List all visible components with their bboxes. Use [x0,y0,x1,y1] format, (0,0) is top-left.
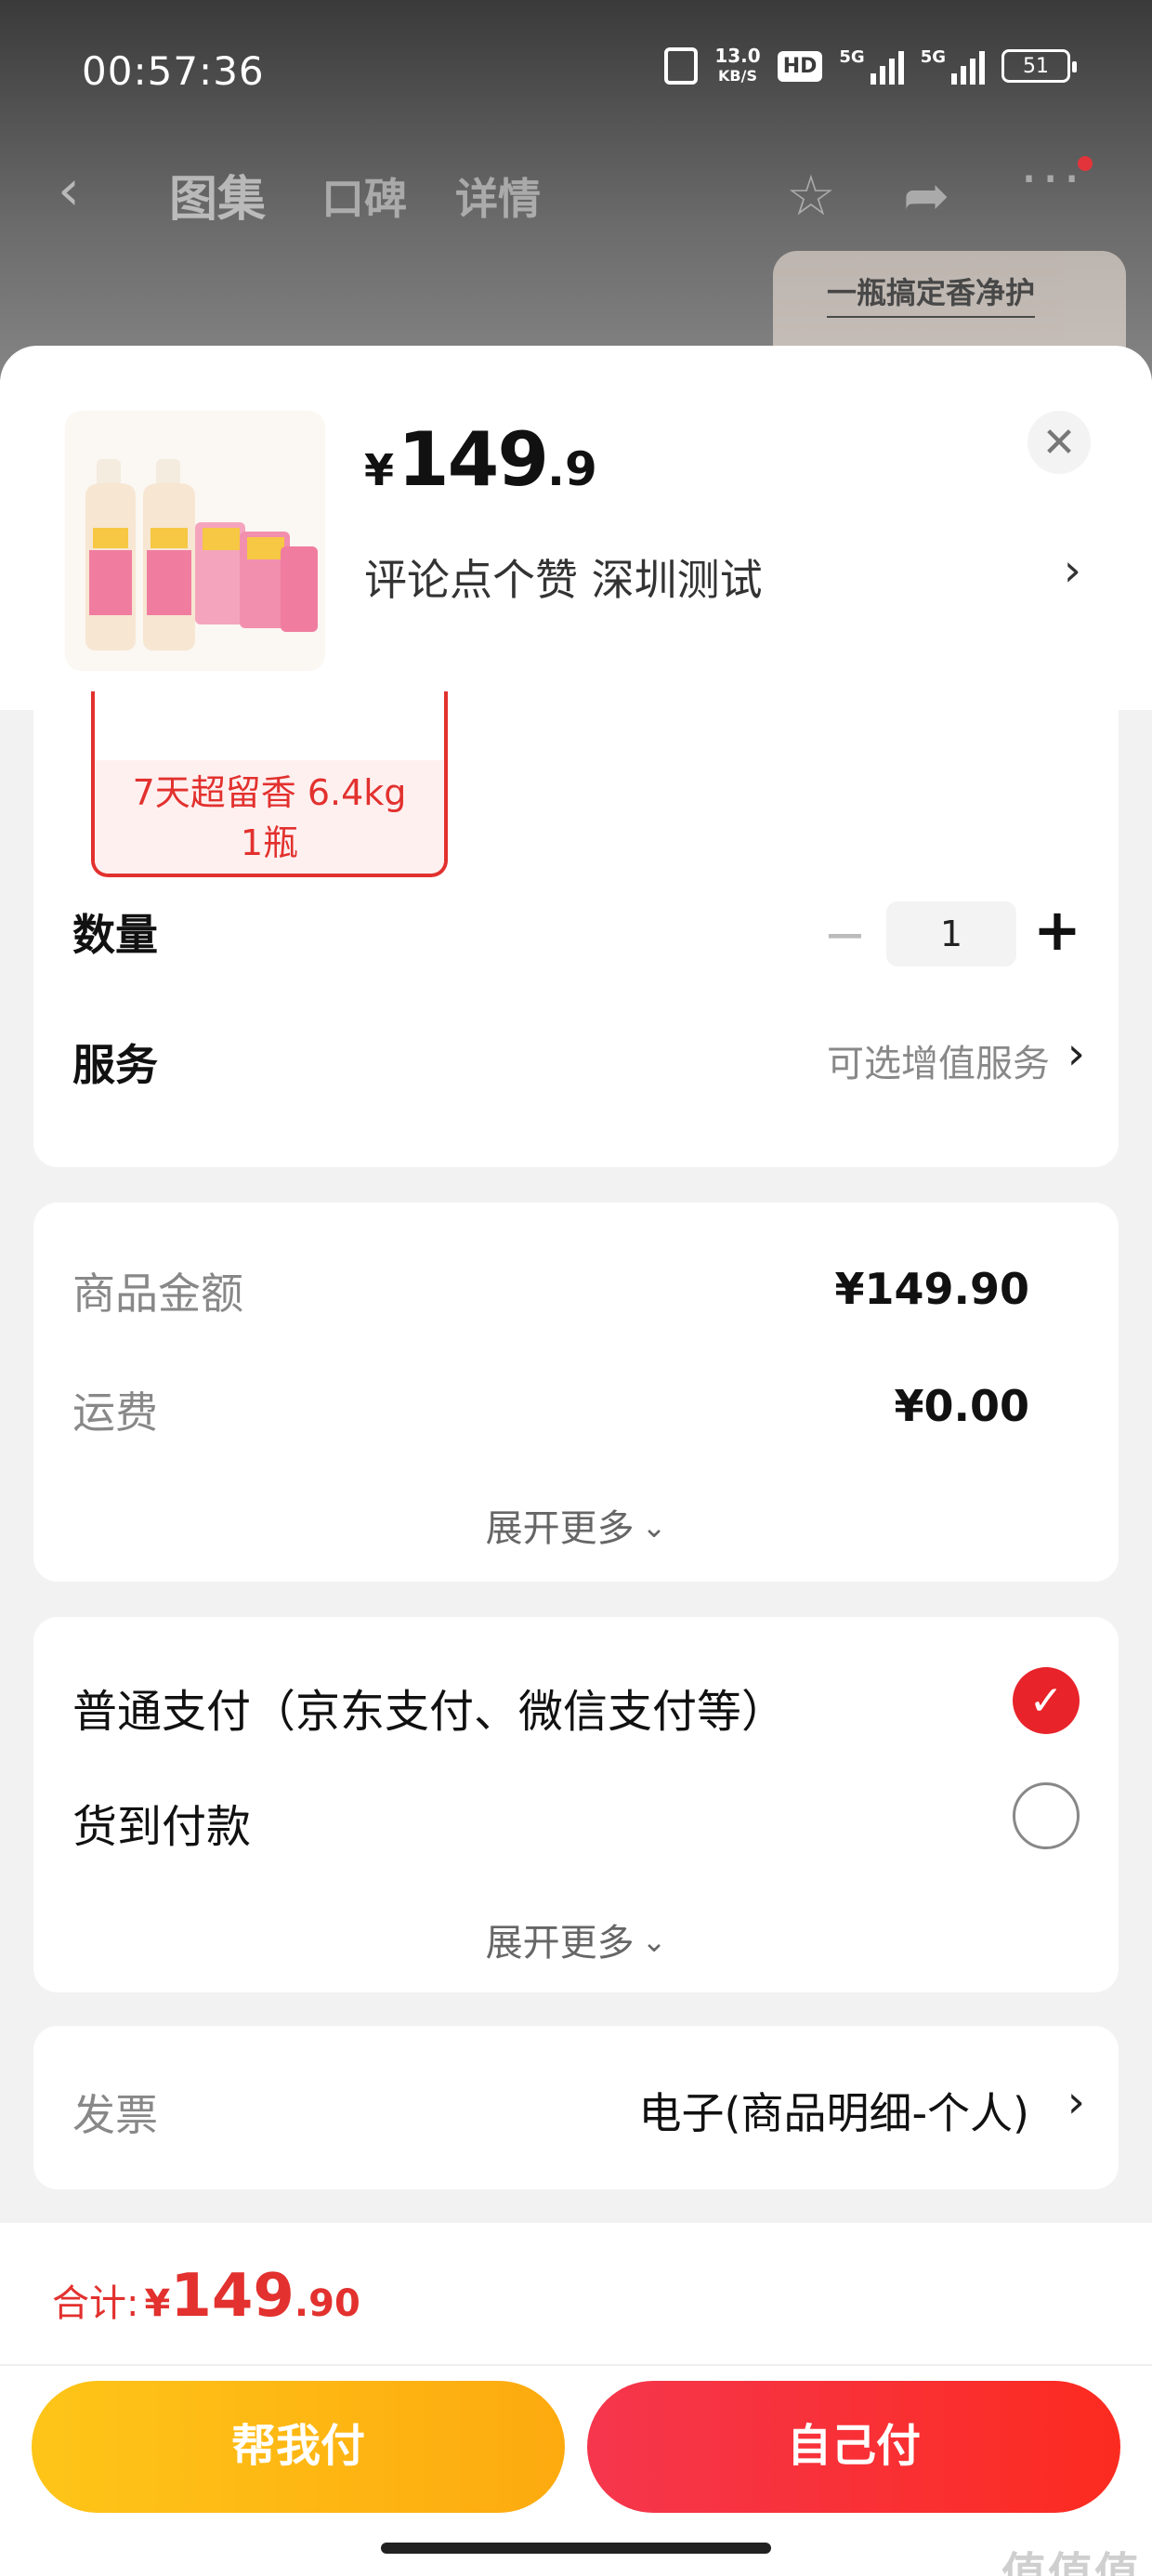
shipping-label: 运费 [72,1387,158,1438]
price-integer: 149 [398,416,549,503]
tab-details[interactable]: 详情 [455,165,541,227]
invoice-card[interactable]: 发票 电子(商品明细-个人) › [33,2026,1119,2189]
payment-expand-label: 展开更多 [485,1922,635,1965]
battery-icon: 51 [1001,49,1077,83]
chevron-right-icon[interactable]: › [1067,2076,1085,2128]
help-pay-button[interactable]: 帮我付 [32,2381,565,2513]
sheet-header: ¥ 149 .9 评论点个赞 深圳测试 › ✕ [0,346,1152,710]
bottom-action-bar: 合计: ¥ 149 .90 帮我付 自己付 值值值 [0,2223,1152,2576]
notification-dot [1078,156,1093,171]
signal-label: 5G [839,47,865,67]
product-nav-bar: ‹ 图集 口碑 详情 ☆ ➦ ··· [0,139,1152,242]
check-icon[interactable]: ✓ [1013,1667,1080,1734]
chevron-down-icon: ⌄ [641,1509,667,1544]
shipping-value: ¥0.00 [894,1381,1029,1431]
vibrate-icon [664,47,699,85]
spec-option-line1: 7天超留香 6.4kg [132,772,407,813]
status-icons: 13.0 KB/S HD 5G 5G 51 [664,46,1077,85]
amount-card: 商品金额 ¥149.90 运费 ¥0.00 展开更多 ⌄ [33,1203,1119,1582]
network-speed-unit: KB/S [718,67,757,85]
payment-option-cod[interactable]: 货到付款 [72,1790,251,1855]
price-decimal: .9 [547,442,597,496]
tab-reviews[interactable]: 口碑 [321,165,407,227]
self-pay-button[interactable]: 自己付 [587,2381,1120,2513]
invoice-label: 发票 [72,2090,158,2140]
payment-card: 普通支付（京东支付、微信支付等） ✓ 货到付款 展开更多 ⌄ [33,1617,1119,1992]
spec-option-selected[interactable]: 7天超留香 6.4kg 1瓶 [91,691,448,877]
signal-icon-2: 5G [921,47,985,85]
total-amount: 合计: ¥ 149 .90 [52,2262,360,2331]
spec-card: 7天超留香 6.4kg 1瓶 数量 − 1 + 服务 可选增值服务 › [33,691,1119,1167]
total-label: 合计: [52,2282,139,2325]
product-thumbnail[interactable] [65,411,325,671]
quantity-plus-button[interactable]: + [1033,896,1081,964]
total-currency: ¥ [144,2282,171,2325]
chevron-left-icon[interactable]: ‹ [58,158,80,223]
network-speed-value: 13.0 [714,45,761,67]
share-icon[interactable]: ➦ [903,164,949,229]
quantity-label: 数量 [72,910,158,960]
goods-amount-label: 商品金额 [72,1268,243,1319]
payment-expand-more[interactable]: 展开更多 ⌄ [33,1912,1119,1966]
sheet-price: ¥ 149 .9 [364,416,597,503]
divider [0,2364,1152,2366]
radio-unchecked-icon[interactable] [1013,1782,1080,1849]
chevron-right-icon[interactable]: › [1067,1028,1085,1080]
quantity-input[interactable]: 1 [886,901,1016,966]
amount-expand-label: 展开更多 [485,1507,635,1550]
hd-voice-icon: HD [777,50,823,82]
chevron-right-icon[interactable]: › [1064,545,1081,597]
goods-amount-value: ¥149.90 [834,1264,1029,1314]
watermark-logo: 值值值 [1001,2548,1141,2576]
amount-expand-more[interactable]: 展开更多 ⌄ [33,1498,1119,1552]
more-icon[interactable]: ··· [1020,147,1084,212]
service-label: 服务 [72,1040,158,1090]
tab-gallery[interactable]: 图集 [169,160,266,230]
spec-option-label: 7天超留香 6.4kg 1瓶 [95,760,444,874]
chevron-down-icon: ⌄ [641,1924,667,1959]
payment-option-online[interactable]: 普通支付（京东支付、微信支付等） [72,1675,786,1740]
promo-text: 一瓶搞定香净护 [827,269,1036,318]
service-value[interactable]: 可选增值服务 [827,1033,1050,1087]
star-icon[interactable]: ☆ [786,164,836,229]
total-integer: 149 [170,2262,295,2331]
spec-option-line2: 1瓶 [240,822,299,863]
network-speed: 13.0 KB/S [714,46,760,85]
home-indicator[interactable] [381,2543,771,2554]
price-currency: ¥ [364,445,395,495]
product-image-icon [65,411,325,671]
invoice-value[interactable]: 电子(商品明细-个人) [639,2080,1030,2141]
signal-label-2: 5G [920,47,946,67]
close-icon[interactable]: ✕ [1028,411,1091,474]
total-decimal: .90 [294,2282,360,2325]
delivery-address[interactable]: 评论点个赞 深圳测试 [364,546,763,608]
quantity-minus-button[interactable]: − [823,905,867,966]
signal-icon: 5G [839,47,904,85]
status-time: 00:57:36 [82,48,265,94]
status-bar: 00:57:36 13.0 KB/S HD 5G 5G 51 [0,0,1152,139]
